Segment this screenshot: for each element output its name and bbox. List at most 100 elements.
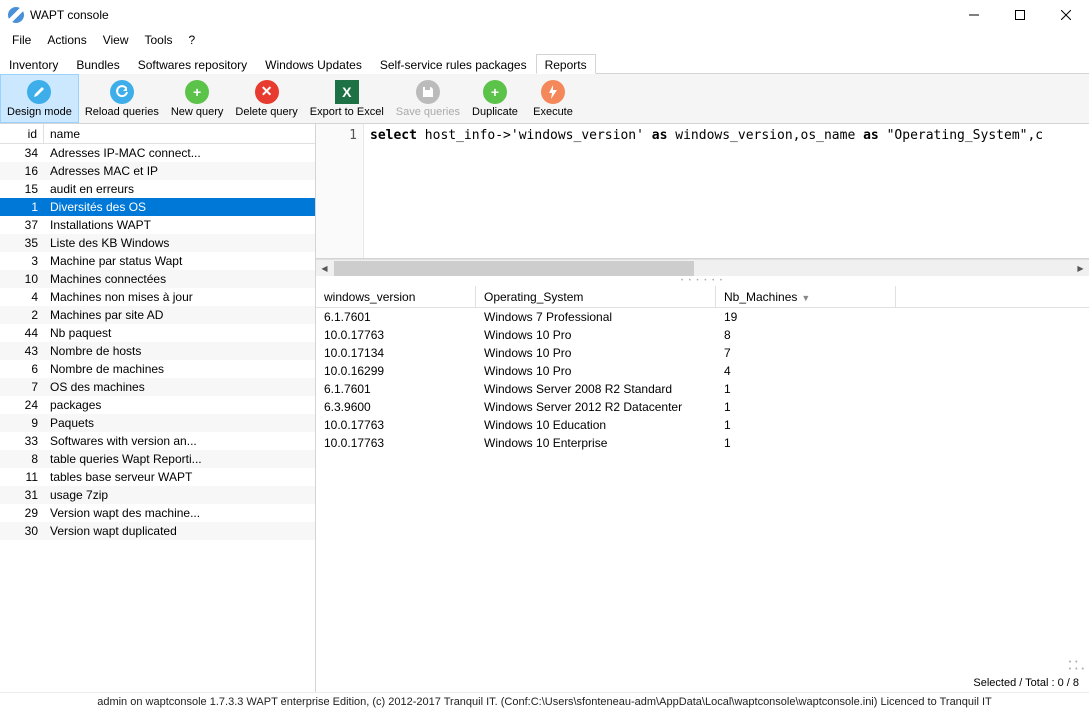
query-row[interactable]: 34Adresses IP-MAC connect... [0, 144, 315, 162]
query-name: Adresses MAC et IP [44, 162, 315, 180]
col-header-id[interactable]: id [0, 124, 44, 143]
query-row[interactable]: 16Adresses MAC et IP [0, 162, 315, 180]
col-nb-machines[interactable]: Nb_Machines▼ [716, 286, 896, 307]
query-name: Paquets [44, 414, 315, 432]
result-row[interactable]: 10.0.17763Windows 10 Education1 [316, 416, 1089, 434]
cell-operating-system: Windows 10 Education [476, 416, 716, 434]
query-id: 3 [0, 252, 44, 270]
query-id: 15 [0, 180, 44, 198]
reload-queries-label: Reload queries [85, 106, 159, 118]
query-row[interactable]: 29Version wapt des machine... [0, 504, 315, 522]
query-row[interactable]: 37Installations WAPT [0, 216, 315, 234]
query-id: 44 [0, 324, 44, 342]
result-grid[interactable]: 6.1.7601Windows 7 Professional1910.0.177… [316, 308, 1089, 665]
query-row[interactable]: 15audit en erreurs [0, 180, 315, 198]
result-row[interactable]: 10.0.17763Windows 10 Enterprise1 [316, 434, 1089, 452]
query-name: tables base serveur WAPT [44, 468, 315, 486]
menu-actions[interactable]: Actions [39, 30, 94, 51]
new-query-button[interactable]: + New query [165, 74, 230, 123]
col-windows-version[interactable]: windows_version [316, 286, 476, 307]
cell-nb-machines: 4 [716, 362, 896, 380]
tab-reports[interactable]: Reports [536, 54, 596, 74]
query-row[interactable]: 10Machines connectées [0, 270, 315, 288]
menu-file[interactable]: File [4, 30, 39, 51]
cell-nb-machines: 1 [716, 398, 896, 416]
cell-nb-machines: 19 [716, 308, 896, 326]
query-row[interactable]: 2Machines par site AD [0, 306, 315, 324]
scroll-left-icon[interactable]: ◀ [316, 260, 333, 277]
tab-bundles[interactable]: Bundles [67, 54, 128, 74]
cell-windows-version: 10.0.16299 [316, 362, 476, 380]
result-row[interactable]: 6.1.7601Windows 7 Professional19 [316, 308, 1089, 326]
menu-view[interactable]: View [95, 30, 137, 51]
query-row[interactable]: 11tables base serveur WAPT [0, 468, 315, 486]
tab-inventory[interactable]: Inventory [0, 54, 67, 74]
query-row[interactable]: 44Nb paquest [0, 324, 315, 342]
delete-query-button[interactable]: ✕ Delete query [229, 74, 303, 123]
query-row[interactable]: 35Liste des KB Windows [0, 234, 315, 252]
cell-operating-system: Windows 7 Professional [476, 308, 716, 326]
query-row[interactable]: 7OS des machines [0, 378, 315, 396]
col-operating-system[interactable]: Operating_System [476, 286, 716, 307]
result-row[interactable]: 10.0.16299Windows 10 Pro4 [316, 362, 1089, 380]
query-name: packages [44, 396, 315, 414]
cell-nb-machines: 1 [716, 434, 896, 452]
query-row[interactable]: 9Paquets [0, 414, 315, 432]
query-row[interactable]: 43Nombre de hosts [0, 342, 315, 360]
tab-strip: Inventory Bundles Softwares repository W… [0, 51, 1089, 74]
tab-self-service-rules[interactable]: Self-service rules packages [371, 54, 536, 74]
col-header-name[interactable]: name [44, 124, 315, 143]
toolbar: Design mode Reload queries + New query ✕… [0, 74, 1089, 124]
duplicate-button[interactable]: + Duplicate [466, 74, 524, 123]
pane-resize-grip[interactable]: • •• • • [316, 665, 1089, 674]
query-name: Version wapt des machine... [44, 504, 315, 522]
tab-softwares-repository[interactable]: Softwares repository [129, 54, 256, 74]
query-row[interactable]: 30Version wapt duplicated [0, 522, 315, 540]
minimize-button[interactable] [951, 0, 997, 30]
reload-queries-button[interactable]: Reload queries [79, 74, 165, 123]
new-query-label: New query [171, 106, 224, 118]
query-row[interactable]: 31usage 7zip [0, 486, 315, 504]
query-id: 33 [0, 432, 44, 450]
execute-button[interactable]: Execute [524, 74, 582, 123]
close-button[interactable] [1043, 0, 1089, 30]
menu-tools[interactable]: Tools [137, 30, 181, 51]
save-queries-button[interactable]: Save queries [390, 74, 466, 123]
result-row[interactable]: 6.3.9600Windows Server 2012 R2 Datacente… [316, 398, 1089, 416]
menu-help[interactable]: ? [181, 30, 204, 51]
query-row[interactable]: 6Nombre de machines [0, 360, 315, 378]
design-mode-label: Design mode [7, 106, 72, 118]
sql-editor[interactable]: 1 select host_info->'windows_version' as… [316, 124, 1089, 259]
query-row[interactable]: 1Diversités des OS [0, 198, 315, 216]
splitter-handle[interactable]: • • • • • • [316, 276, 1089, 286]
tab-windows-updates[interactable]: Windows Updates [256, 54, 371, 74]
cell-operating-system: Windows Server 2008 R2 Standard [476, 380, 716, 398]
result-row[interactable]: 10.0.17763Windows 10 Pro8 [316, 326, 1089, 344]
query-row[interactable]: 8table queries Wapt Reporti... [0, 450, 315, 468]
scroll-thumb[interactable] [334, 261, 694, 276]
design-mode-button[interactable]: Design mode [0, 74, 79, 123]
export-excel-button[interactable]: X Export to Excel [304, 74, 390, 123]
maximize-button[interactable] [997, 0, 1043, 30]
sql-text[interactable]: select host_info->'windows_version' as w… [364, 124, 1089, 258]
query-row[interactable]: 4Machines non mises à jour [0, 288, 315, 306]
cell-operating-system: Windows Server 2012 R2 Datacenter [476, 398, 716, 416]
cell-windows-version: 6.1.7601 [316, 380, 476, 398]
query-row[interactable]: 24packages [0, 396, 315, 414]
query-id: 1 [0, 198, 44, 216]
scroll-right-icon[interactable]: ▶ [1072, 260, 1089, 277]
query-list[interactable]: 34Adresses IP-MAC connect...16Adresses M… [0, 144, 315, 692]
result-pane: windows_version Operating_System Nb_Mach… [316, 286, 1089, 665]
sql-horizontal-scrollbar[interactable]: ◀ ▶ [316, 259, 1089, 276]
main-area: id name 34Adresses IP-MAC connect...16Ad… [0, 124, 1089, 692]
query-name: Installations WAPT [44, 216, 315, 234]
query-row[interactable]: 3Machine par status Wapt [0, 252, 315, 270]
query-id: 2 [0, 306, 44, 324]
query-row[interactable]: 33Softwares with version an... [0, 432, 315, 450]
query-name: Machines par site AD [44, 306, 315, 324]
result-row[interactable]: 6.1.7601Windows Server 2008 R2 Standard1 [316, 380, 1089, 398]
query-id: 24 [0, 396, 44, 414]
sort-desc-icon: ▼ [801, 293, 810, 303]
result-row[interactable]: 10.0.17134Windows 10 Pro7 [316, 344, 1089, 362]
result-header: windows_version Operating_System Nb_Mach… [316, 286, 1089, 308]
